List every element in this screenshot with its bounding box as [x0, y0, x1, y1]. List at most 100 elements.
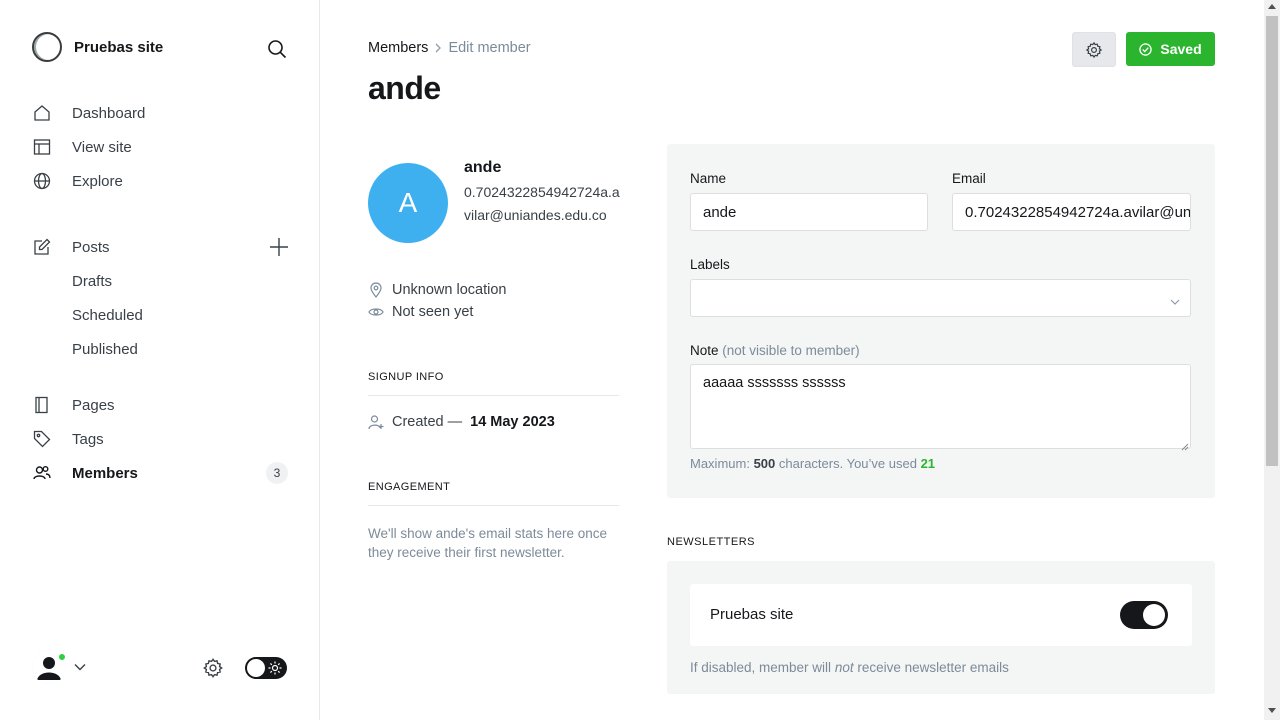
page-scrollbar[interactable]: [1264, 0, 1280, 720]
scrollbar-thumb[interactable]: [1266, 16, 1278, 466]
site-name: Pruebas site: [74, 38, 164, 56]
labels-label: Labels: [690, 257, 730, 272]
note-before: If disabled, member will: [690, 660, 832, 675]
note-after: receive newsletter emails: [857, 660, 1009, 675]
globe-icon: [32, 171, 52, 191]
member-form-panel: Name ande Email 0.7024322854942724a.avil…: [667, 144, 1215, 498]
newsletters-panel: Pruebas site If disabled, member will no…: [667, 561, 1215, 694]
sidebar-item-tags[interactable]: Tags: [32, 424, 292, 454]
newsletter-name: Pruebas site: [710, 606, 794, 623]
signup-info-heading: SIGNUP INFO: [368, 371, 444, 383]
sidebar-item-dashboard[interactable]: Dashboard: [32, 98, 292, 128]
scroll-down-arrow[interactable]: [1268, 708, 1276, 713]
created-info: Created — 14 May 2023: [368, 414, 555, 430]
toggle-knob: [247, 659, 265, 677]
sidebar: Pruebas site Dashboard View site Explore…: [0, 0, 320, 720]
page-icon: [32, 395, 52, 415]
main-content: Members Edit member ande Saved A ande 0.…: [320, 0, 1264, 720]
layout-icon: [32, 137, 52, 157]
divider: [368, 395, 619, 396]
newsletter-item: Pruebas site: [690, 584, 1192, 646]
engagement-heading: ENGAGEMENT: [368, 481, 451, 493]
save-button[interactable]: Saved: [1126, 32, 1215, 66]
user-plus-icon: [368, 414, 384, 430]
created-prefix: Created —: [392, 414, 463, 430]
note-textarea[interactable]: aaaaa sssssss ssssss: [690, 364, 1191, 451]
chevron-down-icon: [1170, 294, 1180, 305]
eye-icon: [368, 304, 384, 320]
newsletters-heading: NEWSLETTERS: [667, 536, 756, 548]
sidebar-item-label: Tags: [72, 430, 104, 448]
sidebar-item-drafts[interactable]: Drafts: [32, 266, 292, 296]
note-char-counter: Maximum: 500 characters. You’ve used 21: [690, 456, 935, 471]
sidebar-item-pages[interactable]: Pages: [32, 390, 292, 420]
note-emphasis: not: [834, 660, 854, 675]
divider: [368, 505, 619, 506]
counter-mid: characters. You’ve used: [778, 456, 917, 471]
note-text: aaaaa sssssss ssssss: [703, 375, 846, 391]
sidebar-item-label: Members: [72, 464, 138, 482]
breadcrumb-current: Edit member: [448, 40, 531, 56]
sidebar-item-scheduled[interactable]: Scheduled: [32, 300, 292, 330]
members-icon: [32, 463, 52, 483]
engagement-text: We'll show ande's email stats here once …: [368, 526, 608, 560]
site-logo: [32, 32, 62, 62]
newsletter-toggle[interactable]: [1120, 601, 1168, 629]
sidebar-item-posts[interactable]: Posts: [32, 232, 292, 262]
location-pin-icon: [368, 282, 384, 298]
sidebar-item-view-site[interactable]: View site: [32, 132, 292, 162]
sidebar-item-label: Published: [72, 340, 138, 358]
member-avatar: A: [368, 163, 448, 243]
sidebar-item-label: Drafts: [72, 272, 113, 290]
chevron-right-icon: [434, 41, 442, 56]
last-seen-text: Not seen yet: [392, 304, 474, 320]
resize-handle[interactable]: [1181, 439, 1189, 451]
member-email: 0.7024322854942724a.avilar@uniandes.edu.…: [464, 184, 620, 223]
sidebar-item-members[interactable]: Members 3: [32, 458, 292, 488]
sidebar-item-label: Scheduled: [72, 306, 143, 324]
settings-gear-icon[interactable]: [202, 657, 224, 679]
check-circle-icon: [1139, 42, 1153, 56]
member-last-seen: Not seen yet: [368, 304, 473, 320]
sidebar-item-label: View site: [72, 138, 132, 156]
sidebar-item-label: Dashboard: [72, 104, 146, 122]
tag-icon: [32, 429, 52, 449]
sidebar-item-explore[interactable]: Explore: [32, 166, 292, 196]
breadcrumb-members-link[interactable]: Members: [368, 40, 428, 56]
toggle-knob: [1143, 604, 1165, 626]
sidebar-item-label: Explore: [72, 172, 123, 190]
sidebar-item-published[interactable]: Published: [32, 334, 292, 364]
newsletter-note: If disabled, member will not receive new…: [690, 660, 1009, 675]
name-label: Name: [690, 171, 727, 186]
online-status-dot: [57, 652, 67, 662]
note-label-text: Note: [690, 343, 719, 358]
location-text: Unknown location: [392, 282, 507, 298]
counter-prefix: Maximum:: [690, 456, 750, 471]
member-settings-button[interactable]: [1072, 32, 1116, 67]
email-input[interactable]: 0.7024322854942724a.avilar@uniandes.edu.…: [952, 193, 1191, 231]
edit-icon: [32, 237, 52, 257]
email-label: Email: [952, 171, 986, 186]
chevron-down-icon[interactable]: [74, 660, 86, 672]
counter-max: 500: [753, 456, 776, 471]
search-icon[interactable]: [264, 36, 290, 62]
labels-select[interactable]: [690, 279, 1191, 317]
scroll-up-arrow[interactable]: [1268, 4, 1276, 9]
breadcrumb: Members Edit member: [368, 40, 531, 56]
name-input[interactable]: ande: [690, 193, 928, 231]
members-count-badge: 3: [266, 462, 288, 484]
dark-mode-toggle[interactable]: [245, 657, 287, 679]
sidebar-item-label: Pages: [72, 396, 115, 414]
add-post-icon[interactable]: [268, 236, 290, 258]
created-date: 14 May 2023: [470, 414, 555, 430]
note-hint: (not visible to member): [722, 343, 860, 358]
page-title: ande: [368, 70, 441, 106]
member-name: ande: [464, 159, 502, 176]
note-label: Note (not visible to member): [690, 343, 860, 358]
home-icon: [32, 103, 52, 123]
site-brand[interactable]: Pruebas site: [32, 32, 163, 62]
sidebar-item-label: Posts: [72, 238, 110, 256]
counter-used: 21: [920, 456, 936, 471]
save-button-label: Saved: [1160, 41, 1202, 57]
member-location: Unknown location: [368, 282, 506, 298]
